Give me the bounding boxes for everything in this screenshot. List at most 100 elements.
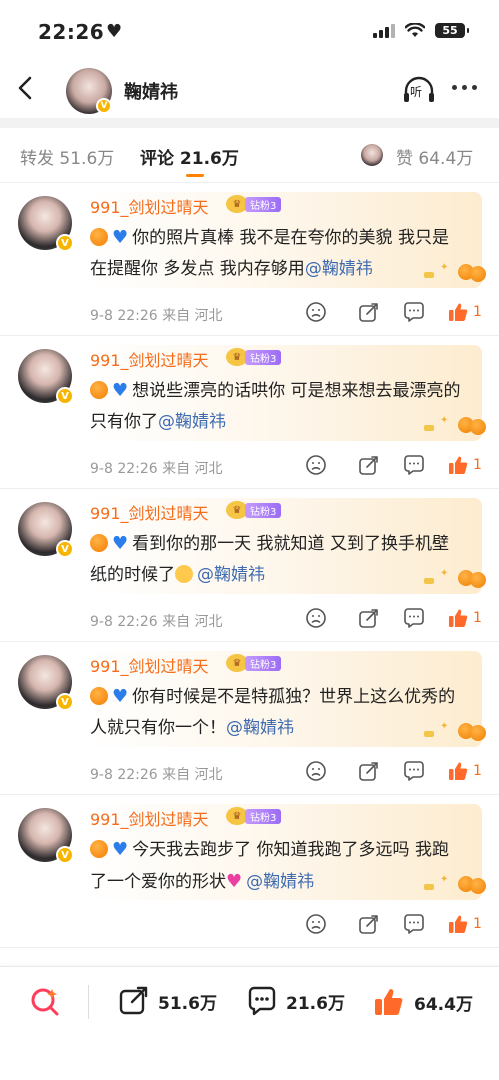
comment-username[interactable]: 991_剑划过晴天 [90,500,209,524]
tab-likes[interactable]: 赞 64.4万 [396,144,473,169]
blue-heart-emoji-icon: ♥ [112,686,129,707]
verified-badge-icon: V [96,98,112,114]
tab-repost[interactable]: 转发 51.6万 [20,144,114,169]
tab-bar: 转发 51.6万 评论 21.6万 赞 64.4万 [0,128,499,183]
page-title[interactable]: 鞠婧祎 [124,78,178,104]
tab-comments[interactable]: 评论 21.6万 [140,144,239,169]
avatar[interactable]: V [66,68,112,114]
thumbs-up-icon[interactable] [447,760,469,782]
comment-actions: 1 [0,760,499,784]
mention-link[interactable]: @鞠婧祎 [197,565,265,585]
comment-actions: 1 [0,454,499,478]
comment-button[interactable]: 21.6万 [246,985,345,1017]
tangerine-decoration-icon: ✦ [418,564,488,590]
orange-emoji-icon [90,228,108,246]
reply-icon[interactable] [403,454,425,476]
dislike-face-icon[interactable] [305,301,327,323]
back-icon[interactable] [12,72,40,104]
avatar[interactable]: V [18,502,74,558]
comment-username[interactable]: 991_剑划过晴天 [90,806,209,830]
comment-item[interactable]: V 991_剑划过晴天 ♛ 钻粉3 ♥ 今天我去跑步了 你知道我跑了多远吗 我跑了… [0,794,499,948]
dislike-face-icon[interactable] [305,607,327,629]
verified-badge-icon: V [56,693,74,711]
share-icon[interactable] [358,454,380,476]
share-icon[interactable] [358,760,380,782]
fan-level-label: 钻粉3 [245,502,282,518]
search-button[interactable] [28,985,62,1019]
fan-badge[interactable]: ♛ 钻粉3 [226,654,282,672]
fan-badge[interactable]: ♛ 钻粉3 [226,501,282,519]
comment-text-block: ♥ 今天我去跑步了 你知道我跑了多远吗 我跑了一个爱你的形状♥ @鞠婧祎 [90,834,462,898]
signal-icon [373,22,395,38]
comment-icon [248,986,276,1016]
reply-icon[interactable] [403,913,425,935]
avatar[interactable]: V [18,655,74,711]
repost-button[interactable]: 51.6万 [118,985,217,1017]
likes-avatar [361,144,383,166]
like-button[interactable]: 64.4万 [372,985,473,1019]
mention-link[interactable]: @鞠婧祎 [305,259,373,279]
avatar[interactable]: V [18,349,74,405]
like-count: 64.4万 [414,994,473,1015]
dislike-face-icon[interactable] [305,913,327,935]
orange-emoji-icon [90,381,108,399]
comment-count: 21.6万 [286,993,345,1014]
repost-count: 51.6万 [158,993,217,1014]
orange-emoji-icon [90,687,108,705]
reply-icon[interactable] [403,301,425,323]
fan-badge[interactable]: ♛ 钻粉3 [226,807,282,825]
dislike-face-icon[interactable] [305,454,327,476]
comment-item[interactable]: V 991_剑划过晴天 ♛ 钻粉3 ♥ 你有时候是不是特孤独？世界上这么优秀的人就… [0,641,499,795]
bottom-separator [88,985,89,1019]
search-icon [31,988,59,1016]
share-icon[interactable] [358,607,380,629]
verified-badge-icon: V [56,540,74,558]
comment-username[interactable]: 991_剑划过晴天 [90,653,209,677]
more-button[interactable] [452,85,477,90]
comment-username[interactable]: 991_剑划过晴天 [90,347,209,371]
kiss-emoji-icon [175,565,193,583]
fan-level-label: 钻粉3 [245,196,282,212]
comment-text-block: ♥ 看到你的那一天 我就知道 又到了换手机壁纸的时候了 @鞠婧祎 [90,528,462,591]
fan-level-label: 钻粉3 [245,808,282,824]
comment-text-block: ♥ 想说些漂亮的话哄你 可是想来想去最漂亮的只有你了@鞠婧祎 [90,375,462,438]
mention-link[interactable]: @鞠婧祎 [246,872,314,892]
mention-link[interactable]: @鞠婧祎 [158,412,226,432]
status-time: 22:26 [38,20,105,44]
share-icon[interactable] [358,913,380,935]
comment-like-count: 1 [473,610,482,626]
reply-icon[interactable] [403,607,425,629]
dislike-face-icon[interactable] [305,760,327,782]
comment-username[interactable]: 991_剑划过晴天 [90,194,209,218]
comment-item[interactable]: V 991_剑划过晴天 ♛ 钻粉3 ♥ 想说些漂亮的话哄你 可是想来想去最漂亮的只… [0,335,499,489]
comment-actions: 1 [0,913,499,937]
avatar[interactable]: V [18,808,74,864]
section-divider [0,118,499,128]
orange-emoji-icon [90,840,108,858]
orange-emoji-icon [90,534,108,552]
comment-item[interactable]: V 991_剑划过晴天 ♛ 钻粉3 ♥ 你的照片真棒 我不是在夸你的美貌 我只是在… [0,182,499,336]
fan-badge[interactable]: ♛ 钻粉3 [226,195,282,213]
comment-text: 你的照片真棒 我不是在夸你的美貌 我只是在提醒你 多发点 我内存够用 [90,228,449,279]
blue-heart-emoji-icon: ♥ [112,227,129,248]
comment-text: 想说些漂亮的话哄你 可是想来想去最漂亮的只有你了 [90,381,461,432]
verified-badge-icon: V [56,846,74,864]
nav-bar: V 鞠婧祎 听 [0,60,499,118]
blue-heart-emoji-icon: ♥ [112,839,129,860]
blue-heart-emoji-icon: ♥ [112,533,129,554]
thumbs-up-icon[interactable] [447,454,469,476]
reply-icon[interactable] [403,760,425,782]
comment-item[interactable]: V 991_剑划过晴天 ♛ 钻粉3 ♥ 看到你的那一天 我就知道 又到了换手机壁纸… [0,488,499,642]
repost-icon [119,986,148,1015]
fan-level-label: 钻粉3 [245,349,282,365]
thumbs-up-icon[interactable] [447,607,469,629]
share-icon[interactable] [358,301,380,323]
avatar[interactable]: V [18,196,74,252]
verified-badge-icon: V [56,234,74,252]
more-dot-icon [452,85,457,90]
mention-link[interactable]: @鞠婧祎 [226,718,294,738]
thumbs-up-icon[interactable] [447,913,469,935]
fan-badge[interactable]: ♛ 钻粉3 [226,348,282,366]
listen-button[interactable]: 听 [402,75,436,105]
thumbs-up-icon[interactable] [447,301,469,323]
